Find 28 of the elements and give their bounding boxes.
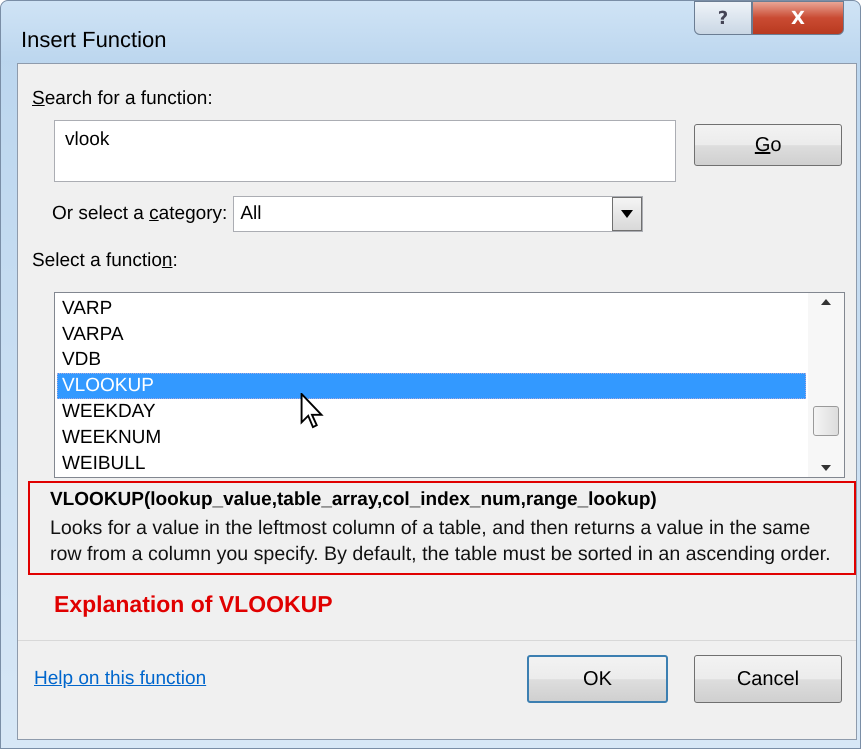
function-item[interactable]: WEEKDAY (57, 399, 806, 425)
scroll-thumb[interactable] (813, 406, 839, 436)
cancel-button[interactable]: Cancel (694, 655, 842, 703)
mouse-cursor-icon (300, 393, 324, 429)
ok-button[interactable]: OK (527, 655, 668, 703)
search-field[interactable]: vlook (54, 120, 676, 182)
function-description: Looks for a value in the leftmost column of a table, and then returns a value in the same row from a column you specify. By default, the table must be sorted in an ascending order. (50, 516, 832, 567)
function-item[interactable]: VARP (57, 296, 806, 322)
help-link[interactable]: Help on this function (34, 668, 206, 690)
category-label: Or select a category: (52, 203, 228, 225)
function-item[interactable]: VARPA (57, 322, 806, 348)
scroll-up-icon[interactable] (821, 299, 831, 305)
caret-icon (621, 210, 634, 218)
category-dropdown[interactable]: All (233, 196, 644, 232)
function-list-label: Select a function: (32, 250, 178, 271)
function-item[interactable]: WEEKNUM (57, 424, 806, 451)
window-title: Insert Function (21, 27, 167, 53)
go-button[interactable]: Go (694, 124, 842, 166)
help-button[interactable]: ? (694, 1, 752, 35)
scrollbar[interactable] (808, 293, 844, 477)
function-item[interactable]: WEIBULL (57, 450, 806, 477)
annotation-text: Explanation of VLOOKUP (54, 591, 334, 618)
function-item[interactable]: VDB (57, 348, 806, 374)
function-signature: VLOOKUP(lookup_value,table_array,col_index_num,range_lookup) (50, 489, 658, 511)
search-label: Search for a function: (32, 88, 214, 110)
scroll-down-icon[interactable] (821, 465, 831, 471)
dropdown-button[interactable] (612, 197, 642, 231)
close-button[interactable]: X (752, 1, 844, 35)
